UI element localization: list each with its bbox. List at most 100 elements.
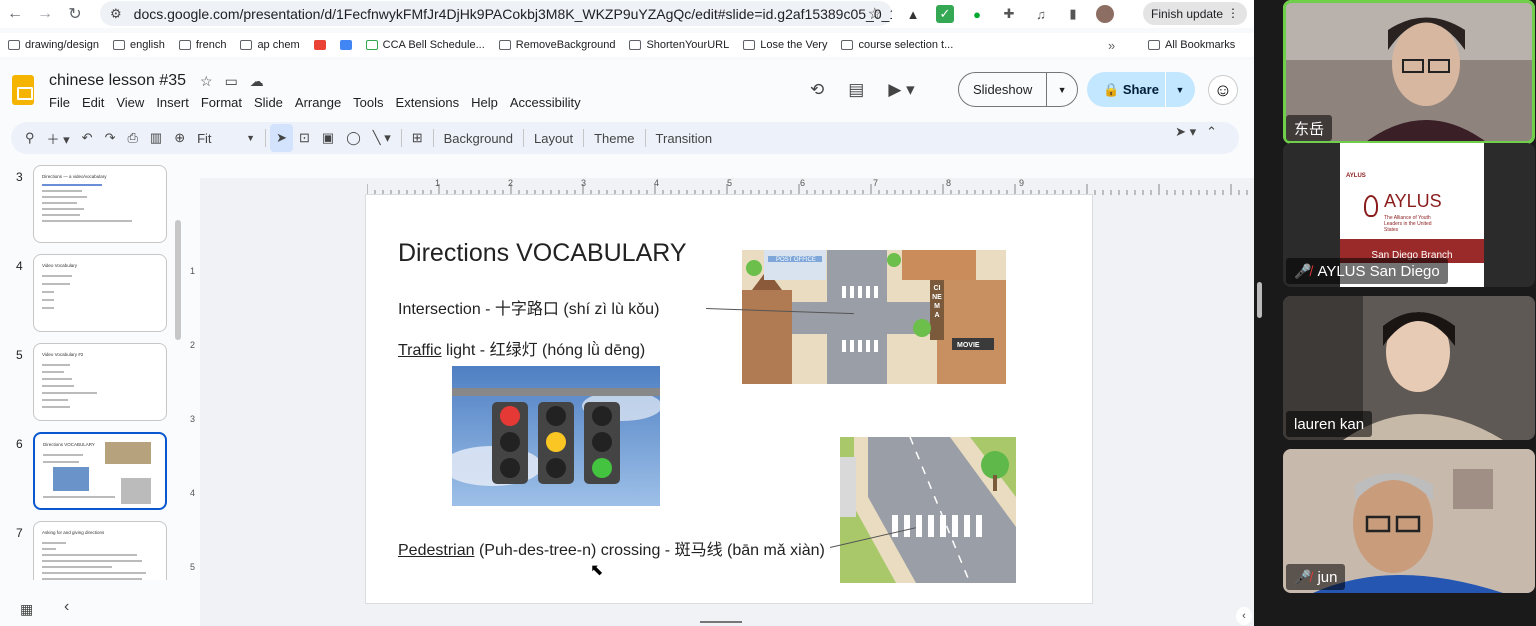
bookmark-item[interactable]: ap chem <box>240 39 300 51</box>
user-avatar[interactable]: ☺ <box>1208 75 1238 105</box>
collapse-toolbar-icon[interactable]: ⌃ <box>1206 124 1217 140</box>
menu-edit[interactable]: Edit <box>82 95 104 110</box>
reload-icon[interactable]: ↻ <box>60 0 90 28</box>
version-history-icon[interactable]: ⟲ <box>810 80 824 100</box>
bookmark-item[interactable]: english <box>113 39 165 51</box>
evernote-extension-icon[interactable]: ● <box>968 5 986 23</box>
more-menu-icon[interactable]: ⋮ <box>1227 6 1239 20</box>
bookmark-item[interactable] <box>313 40 326 50</box>
bookmark-star-icon[interactable]: ☆ <box>868 4 882 24</box>
url-bar[interactable]: ⚙ docs.google.com/presentation/d/1Fecfnw… <box>100 1 892 26</box>
filmstrip-slide-active[interactable]: 6 Directions VOCABULARY <box>12 432 172 512</box>
menu-slide[interactable]: Slide <box>254 95 283 110</box>
document-title[interactable]: chinese lesson #35 <box>49 72 186 90</box>
redo-icon[interactable]: ↷ <box>99 124 122 152</box>
filmstrip-slide[interactable]: 4 Video Vocabulary <box>12 254 172 334</box>
traffic-light-image[interactable] <box>452 366 660 506</box>
expand-side-panel-icon[interactable]: ‹ <box>1236 607 1252 625</box>
menu-extensions[interactable]: Extensions <box>396 95 460 110</box>
bookmark-item[interactable]: ShortenYourURL <box>629 39 729 51</box>
slide-thumbnail[interactable]: Asking for and giving directions <box>33 521 167 580</box>
slides-logo-icon[interactable] <box>12 75 34 105</box>
layout-button[interactable]: Layout <box>528 124 579 152</box>
finish-update-button[interactable]: Finish update ⋮ <box>1143 2 1247 25</box>
pen-tool-icon[interactable]: ➤ ▾ <box>1175 124 1196 140</box>
bookmark-item[interactable]: french <box>178 39 226 51</box>
new-slide-icon[interactable]: ＋ ▾ <box>41 124 76 152</box>
menu-arrange[interactable]: Arrange <box>295 95 341 110</box>
media-controls-icon[interactable]: ♫ <box>1032 5 1050 23</box>
green-extension-icon[interactable]: ✓ <box>936 5 954 23</box>
star-icon[interactable]: ☆ <box>200 73 213 90</box>
forward-icon[interactable]: → <box>30 0 60 28</box>
filmstrip-scrollbar[interactable] <box>175 220 181 340</box>
pedestrian-text[interactable]: Pedestrian (Puh-des-tree-n) crossing - 斑… <box>398 536 825 560</box>
participant-tile[interactable]: 🎤̸ jun <box>1283 449 1535 593</box>
slideshow-button[interactable]: Slideshow ▼ <box>958 72 1078 107</box>
panel-resize-handle[interactable] <box>1257 282 1262 318</box>
image-icon[interactable]: ▣ <box>316 124 340 152</box>
bookmarks-overflow-icon[interactable]: » <box>1108 38 1115 53</box>
puzzle-extensions-icon[interactable]: ✚ <box>1000 5 1018 23</box>
back-icon[interactable]: ← <box>0 0 30 28</box>
site-info-icon[interactable]: ⚙ <box>110 6 122 22</box>
slide-thumbnail[interactable]: Directions VOCABULARY <box>33 432 167 510</box>
slide-title[interactable]: Directions VOCABULARY <box>398 239 687 268</box>
filmstrip-slide[interactable]: 5 Video Vocabulary #2 <box>12 343 172 423</box>
add-comment-icon[interactable]: ⊞ <box>406 124 429 152</box>
traffic-light-text[interactable]: Traffic light - 红绿灯 (hóng lǜ dēng) <box>398 336 645 360</box>
collapse-filmstrip-icon[interactable]: ‹ <box>64 598 69 616</box>
bookmark-item[interactable]: RemoveBackground <box>498 39 615 51</box>
background-button[interactable]: Background <box>438 124 519 152</box>
theme-button[interactable]: Theme <box>588 124 640 152</box>
transition-button[interactable]: Transition <box>650 124 719 152</box>
share-dropdown-icon[interactable]: ▼ <box>1166 85 1194 95</box>
canvas-scroll-indicator[interactable] <box>700 621 742 623</box>
profile-avatar-icon[interactable] <box>1096 5 1114 23</box>
move-folder-icon[interactable]: ▭ <box>225 73 238 90</box>
filmstrip-slide[interactable]: 3 Directions — a video/vocabulary <box>12 165 172 245</box>
slide-thumbnail[interactable]: Directions — a video/vocabulary <box>33 165 167 243</box>
current-slide[interactable]: Directions VOCABULARY Intersection - 十字路… <box>366 195 1092 603</box>
search-menus-icon[interactable]: ⚲ <box>19 124 41 152</box>
bookmark-item[interactable]: course selection t... <box>841 39 953 51</box>
menu-file[interactable]: File <box>49 95 70 110</box>
menu-format[interactable]: Format <box>201 95 242 110</box>
menu-view[interactable]: View <box>116 95 144 110</box>
participant-tile[interactable]: AYLUS AYLUS The Alliance of Youth Leader… <box>1283 143 1535 287</box>
sidepanel-icon[interactable]: ▮ <box>1064 5 1082 23</box>
url-text[interactable]: docs.google.com/presentation/d/1Fecfnwyk… <box>134 6 892 22</box>
menu-accessibility[interactable]: Accessibility <box>510 95 581 110</box>
select-tool-icon[interactable]: ➤ <box>270 124 293 152</box>
cloud-saved-icon[interactable]: ☁ <box>250 73 264 90</box>
comments-icon[interactable]: ▤ <box>848 80 864 100</box>
paint-format-icon[interactable]: ▥ <box>144 124 168 152</box>
line-icon[interactable]: ╲ ▾ <box>367 124 397 152</box>
slideshow-dropdown-icon[interactable]: ▼ <box>1047 85 1077 95</box>
cursor-extension-icon[interactable]: ▲ <box>904 5 922 23</box>
menu-tools[interactable]: Tools <box>353 95 383 110</box>
text-box-icon[interactable]: ⊡ <box>293 124 316 152</box>
print-icon[interactable]: ⎙ <box>121 124 143 152</box>
menu-insert[interactable]: Insert <box>156 95 189 110</box>
intersection-image[interactable]: POST OFFICE MOVIE CINEMA <box>742 250 1006 384</box>
grid-view-icon[interactable]: ▦ <box>20 601 33 618</box>
slide-thumbnail[interactable]: Video Vocabulary <box>33 254 167 332</box>
slide-thumbnail[interactable]: Video Vocabulary #2 <box>33 343 167 421</box>
menu-help[interactable]: Help <box>471 95 498 110</box>
meet-camera-icon[interactable]: ▶ ▾ <box>888 80 914 100</box>
shape-icon[interactable]: ◯ <box>340 124 367 152</box>
zoom-select[interactable]: Fit ▼ <box>191 124 261 152</box>
filmstrip-slide[interactable]: 7 Asking for and giving directions <box>12 521 172 580</box>
undo-icon[interactable]: ↶ <box>76 124 99 152</box>
bookmark-item[interactable]: drawing/design <box>8 39 99 51</box>
share-button[interactable]: 🔒 Share ▼ <box>1087 72 1195 107</box>
participant-tile[interactable]: 东岳 <box>1283 0 1535 144</box>
crossing-image[interactable] <box>840 437 1016 583</box>
bookmark-item[interactable]: Lose the Very <box>743 39 827 51</box>
bookmark-item[interactable]: CCA Bell Schedule... <box>365 39 485 51</box>
intersection-text[interactable]: Intersection - 十字路口 (shí zì lù kǒu) <box>398 295 659 319</box>
bookmark-item[interactable] <box>339 40 352 50</box>
all-bookmarks-button[interactable]: All Bookmarks <box>1148 39 1235 51</box>
zoom-icon[interactable]: ⊕ <box>168 124 191 152</box>
